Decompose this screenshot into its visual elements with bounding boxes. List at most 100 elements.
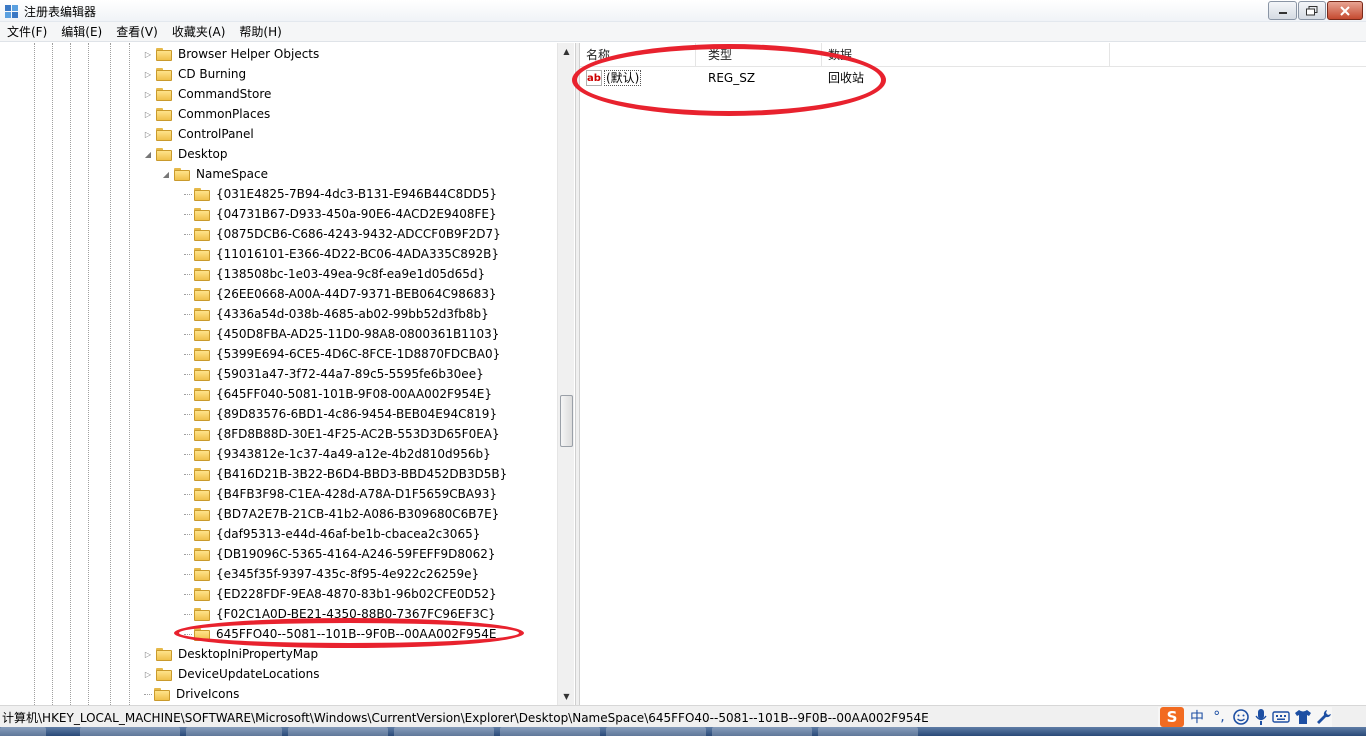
tree-item[interactable]: ▷ CD Burning: [142, 64, 248, 84]
namespace-key-item[interactable]: {F02C1A0D-BE21-4350-88B0-7367FC96EF3C}: [182, 604, 498, 624]
minimize-button[interactable]: [1268, 1, 1297, 20]
values-list[interactable]: 名称 类型 数据 ab (默认) REG_SZ 回收站: [580, 43, 1366, 705]
expand-arrow-icon[interactable]: ▷: [142, 668, 154, 680]
tree-item-label: DesktopIniPropertyMap: [178, 647, 319, 661]
expand-arrow-icon[interactable]: ▷: [142, 68, 154, 80]
folder-icon: [194, 587, 210, 601]
taskbar-item[interactable]: [606, 727, 706, 736]
tree-item-namespace[interactable]: ◢ NameSpace: [160, 164, 270, 184]
tree-item[interactable]: DriveIcons: [142, 684, 241, 704]
namespace-key-item[interactable]: {DB19096C-5365-4164-A246-59FEFF9D8062}: [182, 544, 498, 564]
scroll-down-arrow-icon[interactable]: ▼: [558, 688, 575, 705]
folder-icon: [194, 347, 210, 361]
tree-connector: [184, 393, 192, 395]
expand-arrow-icon[interactable]: ▷: [142, 48, 154, 60]
taskbar-item[interactable]: [818, 727, 918, 736]
title-bar: 注册表编辑器: [0, 0, 1366, 22]
namespace-key-item[interactable]: {B416D21B-3B22-B6D4-BBD3-BBD452DB3D5B}: [182, 464, 509, 484]
microphone-icon[interactable]: [1254, 708, 1268, 726]
menu-view[interactable]: 查看(V): [109, 22, 165, 42]
tree-connector: [184, 353, 192, 355]
scroll-up-arrow-icon[interactable]: ▲: [558, 43, 575, 60]
ime-punct-label[interactable]: °,: [1210, 709, 1228, 725]
collapse-arrow-icon[interactable]: ◢: [160, 168, 172, 180]
namespace-key-item[interactable]: {9343812e-1c37-4a49-a12e-4b2d810d956b}: [182, 444, 493, 464]
expand-arrow-icon[interactable]: ▷: [142, 128, 154, 140]
menu-file[interactable]: 文件(F): [0, 22, 54, 42]
folder-icon: [156, 127, 172, 141]
tree-item-label: {89D83576-6BD1-4c86-9454-BEB04E94C819}: [216, 407, 498, 421]
namespace-key-item[interactable]: {645FF040-5081-101B-9F08-00AA002F954E}: [182, 384, 494, 404]
value-name: (默认): [604, 70, 642, 86]
taskbar-item[interactable]: [394, 727, 494, 736]
expand-arrow-icon[interactable]: ▷: [142, 108, 154, 120]
tree-item-label: NameSpace: [196, 167, 268, 181]
column-data-header[interactable]: 数据: [822, 43, 1110, 67]
taskbar-item[interactable]: [500, 727, 600, 736]
namespace-key-item[interactable]: {8FD8B88D-30E1-4F25-AC2B-553D3D65F0EA}: [182, 424, 502, 444]
tree-item[interactable]: ◢ Desktop: [142, 144, 230, 164]
namespace-key-item[interactable]: {26EE0668-A00A-44D7-9371-BEB064C98683}: [182, 284, 498, 304]
tree-item[interactable]: ▷ CommandStore: [142, 84, 273, 104]
namespace-key-item[interactable]: {89D83576-6BD1-4c86-9454-BEB04E94C819}: [182, 404, 499, 424]
namespace-key-item[interactable]: {0875DCB6-C686-4243-9432-ADCCF0B9F2D7}: [182, 224, 503, 244]
namespace-key-item[interactable]: {daf95313-e44d-46af-be1b-cbacea2c3065}: [182, 524, 482, 544]
value-data: 回收站: [828, 71, 865, 85]
tree-guide-line: [34, 43, 35, 705]
menu-favorites[interactable]: 收藏夹(A): [165, 22, 233, 42]
namespace-key-item[interactable]: 645FFO40--5081--101B--9F0B--00AA002F954E: [182, 624, 498, 644]
menu-help[interactable]: 帮助(H): [232, 22, 288, 42]
expand-arrow-icon[interactable]: ▷: [142, 88, 154, 100]
value-row[interactable]: ab (默认) REG_SZ 回收站: [580, 67, 1366, 89]
namespace-key-item[interactable]: {11016101-E366-4D22-BC06-4ADA335C892B}: [182, 244, 501, 264]
taskbar-item[interactable]: [288, 727, 388, 736]
collapse-arrow-icon[interactable]: ◢: [142, 148, 154, 160]
menu-edit[interactable]: 编辑(E): [54, 22, 109, 42]
namespace-key-item[interactable]: {BD7A2E7B-21CB-41b2-A086-B309680C6B7E}: [182, 504, 501, 524]
restore-button[interactable]: [1298, 1, 1326, 20]
tree-connector: [184, 433, 192, 435]
tree-item[interactable]: ▷ CommonPlaces: [142, 104, 272, 124]
sogou-logo-icon[interactable]: S: [1160, 707, 1184, 727]
taskbar-item[interactable]: [186, 727, 282, 736]
taskbar-item[interactable]: [80, 727, 180, 736]
registry-tree[interactable]: ▷ Browser Helper Objects ▷ CD Burning ▷ Comma…: [0, 43, 575, 705]
folder-icon: [156, 87, 172, 101]
folder-icon: [174, 167, 190, 181]
start-button[interactable]: [0, 727, 46, 736]
ime-mode-label[interactable]: 中: [1188, 707, 1206, 727]
close-icon: [1340, 5, 1350, 16]
tree-connector: [184, 413, 192, 415]
scroll-thumb[interactable]: [560, 395, 573, 447]
folder-icon: [194, 427, 210, 441]
tree-item[interactable]: ▷ DeviceUpdateLocations: [142, 664, 322, 684]
tree-item[interactable]: ▷ ControlPanel: [142, 124, 256, 144]
namespace-key-item[interactable]: {59031a47-3f72-44a7-89c5-5595fe6b30ee}: [182, 364, 486, 384]
tree-scrollbar[interactable]: ▲ ▼: [557, 43, 574, 705]
tree-item[interactable]: ▷ Browser Helper Objects: [142, 44, 321, 64]
settings-wrench-icon[interactable]: [1316, 709, 1332, 725]
expand-arrow-icon[interactable]: ▷: [142, 648, 154, 660]
folder-icon: [194, 627, 210, 641]
namespace-key-item[interactable]: {04731B67-D933-450a-90E6-4ACD2E9408FE}: [182, 204, 499, 224]
close-button[interactable]: [1327, 1, 1363, 20]
namespace-key-item[interactable]: {4336a54d-038b-4685-ab02-99bb52d3fb8b}: [182, 304, 491, 324]
tree-item[interactable]: ▷ DesktopIniPropertyMap: [142, 644, 320, 664]
namespace-key-item[interactable]: {138508bc-1e03-49ea-9c8f-ea9e1d05d65d}: [182, 264, 487, 284]
taskbar-item[interactable]: [712, 727, 812, 736]
emoji-icon[interactable]: [1232, 708, 1250, 726]
folder-icon: [156, 147, 172, 161]
keyboard-icon[interactable]: [1272, 710, 1290, 724]
namespace-key-item[interactable]: {ED228FDF-9EA8-4870-83b1-96b02CFE0D52}: [182, 584, 499, 604]
skin-shirt-icon[interactable]: [1294, 709, 1312, 725]
namespace-key-item[interactable]: {5399E694-6CE5-4D6C-8FCE-1D8870FDCBA0}: [182, 344, 502, 364]
tree-item-label: {ED228FDF-9EA8-4870-83b1-96b02CFE0D52}: [216, 587, 497, 601]
namespace-key-item[interactable]: {450D8FBA-AD25-11D0-98A8-0800361B1103}: [182, 324, 501, 344]
namespace-key-item[interactable]: {B4FB3F98-C1EA-428d-A78A-D1F5659CBA93}: [182, 484, 499, 504]
taskbar: [0, 727, 1366, 736]
column-type-header[interactable]: 类型: [702, 43, 822, 67]
namespace-key-item[interactable]: {e345f35f-9397-435c-8f95-4e922c26259e}: [182, 564, 481, 584]
column-name-header[interactable]: 名称: [580, 43, 696, 67]
folder-icon: [194, 467, 210, 481]
namespace-key-item[interactable]: {031E4825-7B94-4dc3-B131-E946B44C8DD5}: [182, 184, 499, 204]
